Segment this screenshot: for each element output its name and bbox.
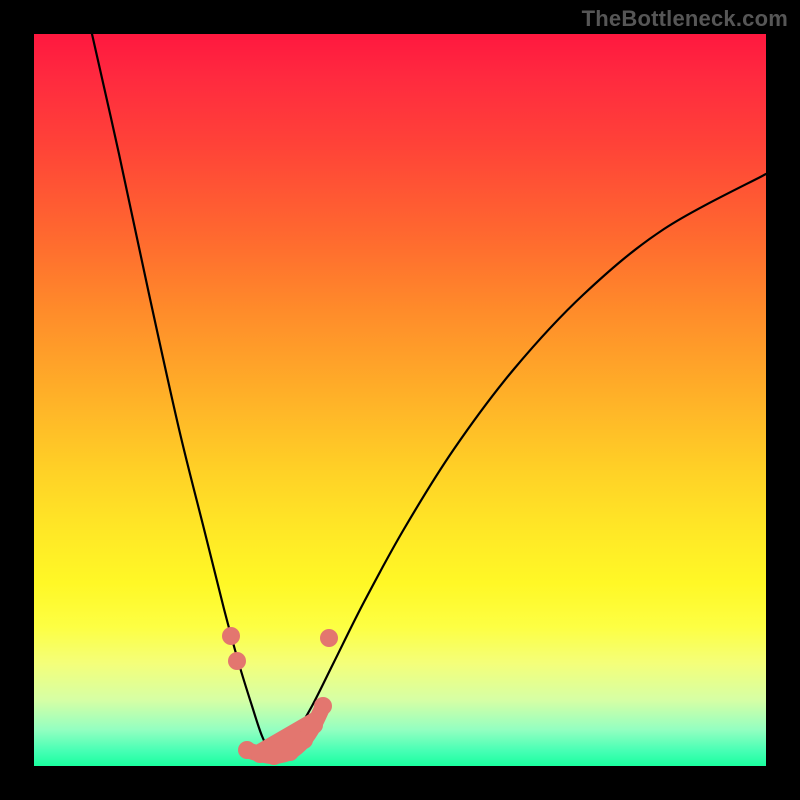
plot-area	[34, 34, 766, 766]
marker-dot	[281, 743, 299, 761]
attribution-label: TheBottleneck.com	[582, 6, 788, 32]
marker-dot	[320, 629, 338, 647]
marker-dot	[222, 627, 240, 645]
marker-dot	[265, 747, 283, 765]
bottleneck-curve	[92, 34, 766, 754]
marker-dot	[228, 652, 246, 670]
marker-cluster	[222, 627, 338, 765]
chart-container: TheBottleneck.com	[0, 0, 800, 800]
curve-layer	[34, 34, 766, 766]
marker-dot	[314, 697, 332, 715]
marker-dot	[305, 716, 323, 734]
marker-dot	[295, 731, 313, 749]
